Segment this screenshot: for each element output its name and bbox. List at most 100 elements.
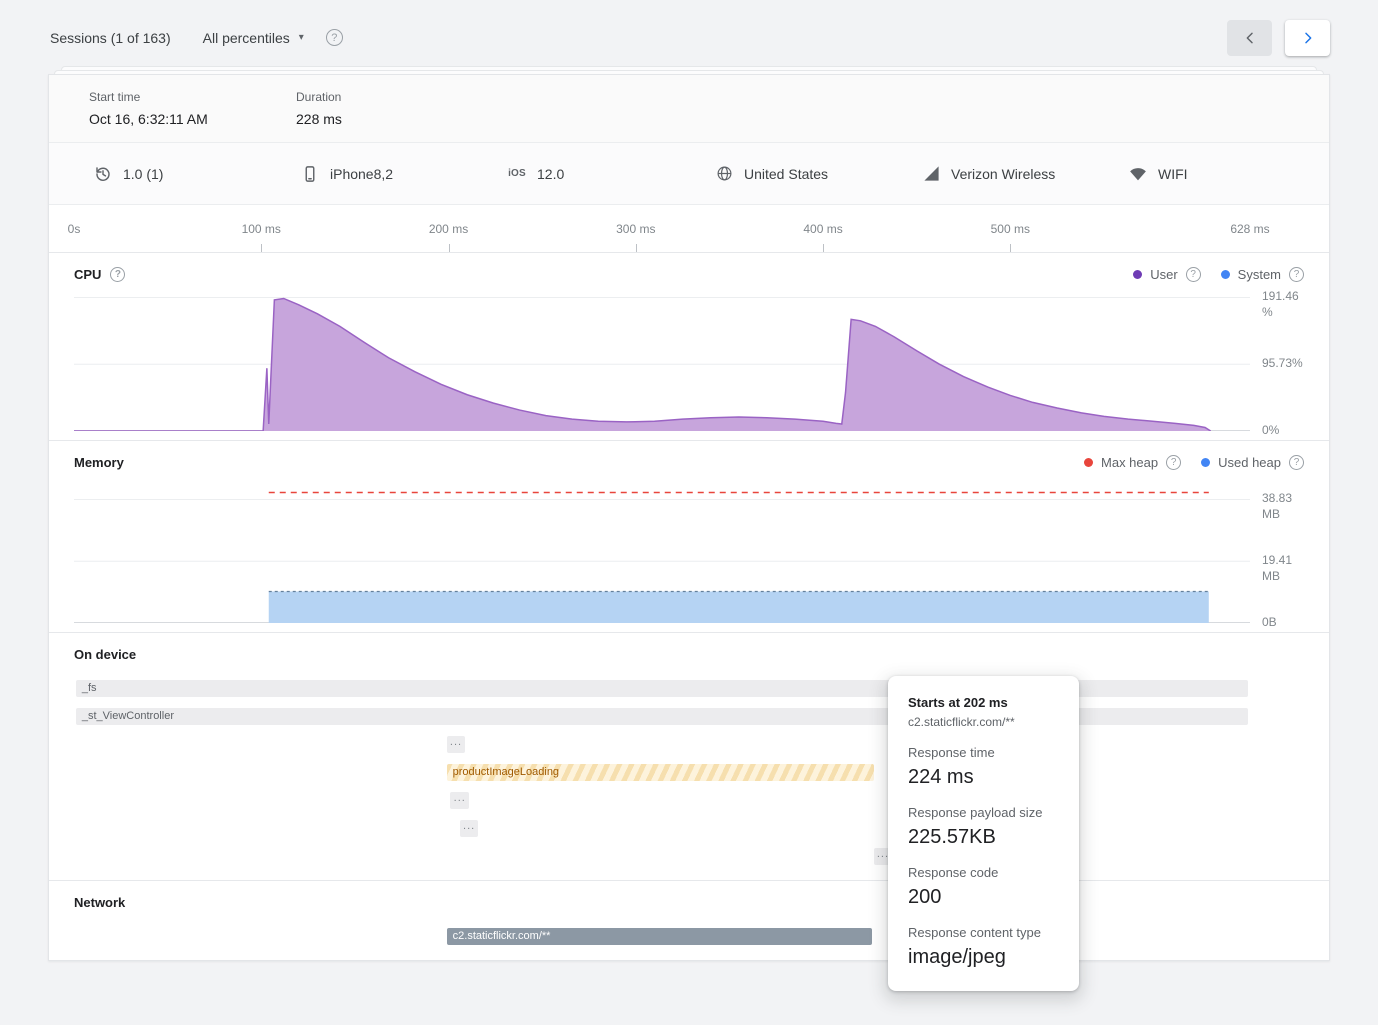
tooltip-title: Starts at 202 ms [908,695,1059,710]
legend-used-heap: Used heap ? [1201,455,1304,470]
country-value: United States [744,166,828,182]
duration-field: Duration 228 ms [296,90,503,129]
y-axis-label: 191.46 % [1262,289,1299,320]
timeline-ruler: 0s 100 ms 200 ms 300 ms 400 ms 500 ms 628 ms [49,205,1329,253]
request-tooltip: Starts at 202 ms c2.staticflickr.com/** … [888,676,1079,991]
cpu-y-axis: 191.46 %95.73%0% [1250,295,1329,431]
tooltip-field-response-time: Response time 224 ms [908,745,1059,789]
user-help-icon[interactable]: ? [1186,267,1201,282]
device-model-item: iPhone8,2 [301,165,508,183]
tick-label: 100 ms [242,222,281,236]
session-card-stack: Start time Oct 16, 6:32:11 AM Duration 2… [48,66,1330,961]
carrier-item: Verizon Wireless [922,165,1129,183]
y-axis-label: 0B [1262,615,1277,631]
tick-label: 0s [68,222,81,236]
os-version-item: iOS 12.0 [508,165,715,183]
radio-item: WIFI [1129,165,1188,183]
legend-user: User ? [1133,267,1200,282]
legend-user-label: User [1150,267,1177,282]
ios-icon: iOS [508,165,526,183]
trace-bar[interactable]: ... [460,820,479,837]
next-session-button[interactable] [1285,20,1330,56]
tooltip-field-payload-size: Response payload size 225.57KB [908,805,1059,849]
app-version-item: 1.0 (1) [94,165,301,183]
session-header: Start time Oct 16, 6:32:11 AM Duration 2… [49,75,1329,143]
chevron-right-icon [1299,29,1317,47]
tick-mark [449,244,450,252]
y-axis-label: 95.73% [1262,356,1303,372]
toolbar: Sessions (1 of 163) All percentiles ▾ ? [0,0,1378,66]
trace-bar[interactable]: productImageLoading [447,764,874,781]
cpu-help-icon[interactable]: ? [110,267,125,282]
memory-chart[interactable] [74,483,1250,623]
chevron-left-icon [1241,29,1259,47]
tooltip-field-content-type: Response content type image/jpeg [908,925,1059,969]
cpu-section-title: CPU ? [74,267,125,282]
on-device-section: On device _fs_st_ViewController...produc… [49,633,1329,881]
caret-down-icon: ▾ [299,33,304,43]
cell-signal-icon [922,165,940,183]
network-request-bar[interactable]: c2.staticflickr.com/** [447,928,872,945]
y-axis-label: 38.83 MB [1262,491,1292,522]
legend-max-heap-label: Max heap [1101,455,1158,470]
tick-mark [261,244,262,252]
network-section: Network c2.staticflickr.com/** [49,881,1329,960]
memory-legend: Max heap ? Used heap ? [1084,455,1304,470]
start-time-value: Oct 16, 6:32:11 AM [89,111,208,127]
cpu-chart[interactable] [74,295,1250,431]
tick-label: 400 ms [803,222,842,236]
percentiles-dropdown[interactable]: All percentiles ▾ [203,30,304,46]
radio-value: WIFI [1158,166,1188,182]
sessions-help-icon[interactable]: ? [326,29,343,46]
start-time-field: Start time Oct 16, 6:32:11 AM [89,90,296,129]
tick-label: 628 ms [1230,222,1269,236]
carrier-value: Verizon Wireless [951,166,1055,182]
duration-label: Duration [296,90,503,104]
tooltip-field-response-code: Response code 200 [908,865,1059,909]
session-nav [1227,20,1330,56]
previous-session-button[interactable] [1227,20,1272,56]
trace-bar[interactable]: ... [450,792,469,809]
user-series-dot [1133,270,1142,279]
timeline-ruler-inner: 0s100 ms200 ms300 ms400 ms500 ms628 ms [74,205,1250,252]
wifi-icon [1129,165,1147,183]
device-model-value: iPhone8,2 [330,166,393,182]
legend-system: System ? [1221,267,1304,282]
tick-mark [1010,244,1011,252]
on-device-section-title: On device [74,647,136,662]
percentiles-dropdown-value: All percentiles [203,30,290,46]
app-version-icon [94,165,112,183]
used-heap-help-icon[interactable]: ? [1289,455,1304,470]
max-heap-help-icon[interactable]: ? [1166,455,1181,470]
memory-section: Memory Max heap ? Used heap ? [49,441,1329,633]
max-heap-series-dot [1084,458,1093,467]
start-time-label: Start time [89,90,296,104]
used-heap-series-dot [1201,458,1210,467]
cpu-section: CPU ? User ? System ? [49,253,1329,441]
legend-max-heap: Max heap ? [1084,455,1181,470]
system-help-icon[interactable]: ? [1289,267,1304,282]
os-version-value: 12.0 [537,166,564,182]
app-version-value: 1.0 (1) [123,166,163,182]
country-item: United States [715,165,922,183]
duration-value: 228 ms [296,111,342,127]
tooltip-url: c2.staticflickr.com/** [908,715,1059,729]
tick-label: 200 ms [429,222,468,236]
tick-mark [636,244,637,252]
network-section-title: Network [74,895,125,910]
tick-mark [823,244,824,252]
tick-label: 300 ms [616,222,655,236]
tick-label: 500 ms [991,222,1030,236]
legend-used-heap-label: Used heap [1218,455,1281,470]
phone-icon [301,165,319,183]
device-info-row: 1.0 (1) iPhone8,2 iOS 12.0 United States [49,143,1329,205]
trace-bar[interactable]: ... [447,736,466,753]
memory-section-title: Memory [74,455,124,470]
memory-y-axis: 38.83 MB19.41 MB0B [1250,483,1329,623]
system-series-dot [1221,270,1230,279]
session-card: Start time Oct 16, 6:32:11 AM Duration 2… [48,74,1330,961]
globe-icon [715,165,733,183]
sessions-count-label: Sessions (1 of 163) [50,30,171,46]
cpu-legend: User ? System ? [1133,267,1304,282]
y-axis-label: 0% [1262,423,1279,439]
